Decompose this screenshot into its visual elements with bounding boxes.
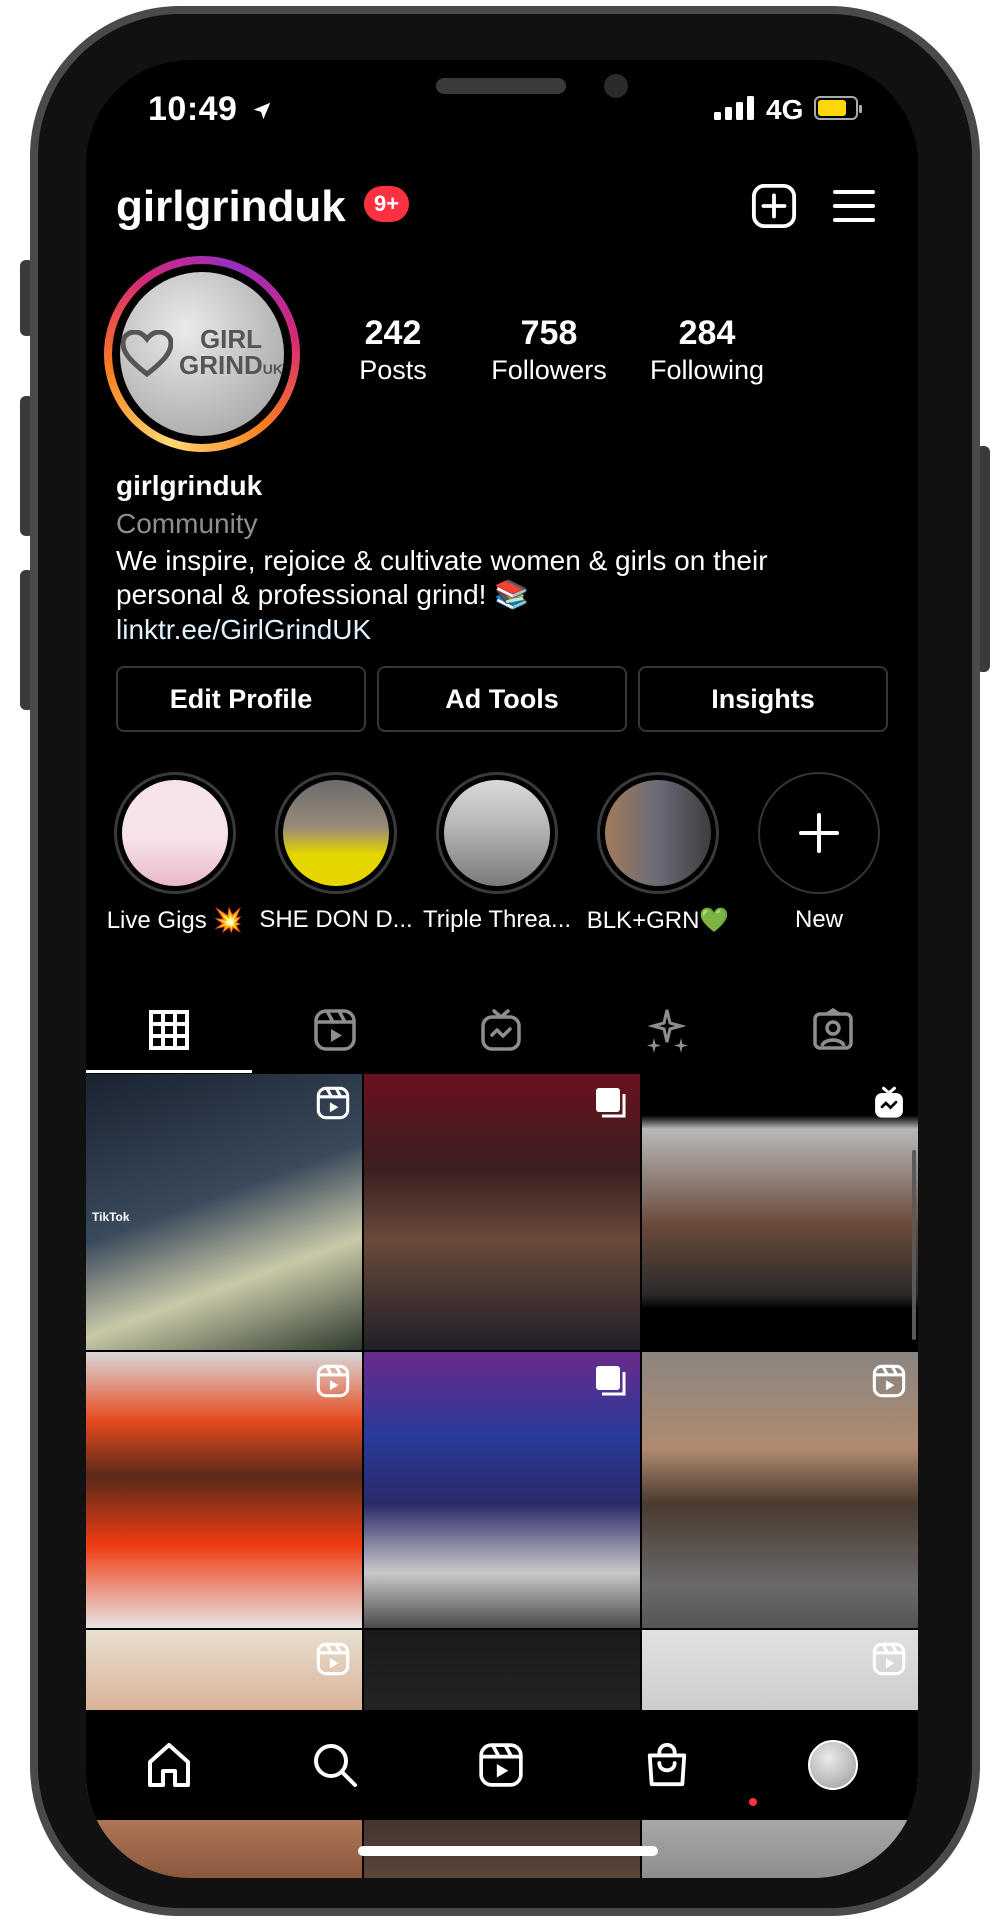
tab-igtv[interactable] <box>418 988 584 1072</box>
stat-following-count: 284 <box>678 314 736 352</box>
plus-icon <box>799 813 839 853</box>
insights-button[interactable]: Insights <box>638 666 888 732</box>
edit-profile-button[interactable]: Edit Profile <box>116 666 366 732</box>
highlight-label: Triple Threa... <box>422 906 572 933</box>
heart-logo-icon <box>120 330 173 378</box>
highlight-label: SHE DON D... <box>259 906 413 933</box>
reel-badge-icon <box>316 1364 350 1398</box>
igtv-badge-icon <box>875 1086 903 1118</box>
highlight-label: Live Gigs 💥 <box>106 907 244 934</box>
bio-name: girlgrinduk <box>116 470 263 501</box>
profile-avatar[interactable]: GIRL GRINDUK <box>104 256 300 452</box>
bio-line-2: personal & professional grind! 📚 <box>116 579 530 610</box>
profile-notification-dot <box>749 1798 757 1806</box>
phone-screen: 10:49 4G girlgrinduk 9+ GIRL GRINDUK 242… <box>86 60 918 1878</box>
stat-following-label: Following <box>649 355 765 385</box>
carousel-badge-icon <box>596 1088 626 1118</box>
front-camera <box>604 74 628 98</box>
effects-sparkle-icon <box>647 1009 688 1053</box>
avatar-image: GIRL GRINDUK <box>120 272 284 436</box>
scrollbar[interactable] <box>912 1150 916 1340</box>
highlight-live-gigs[interactable] <box>114 772 236 894</box>
home-icon <box>148 1743 190 1787</box>
igtv-icon <box>481 1009 521 1051</box>
grid-icon <box>149 1010 189 1050</box>
stat-followers-label: Followers <box>491 355 607 385</box>
highlight-image <box>444 780 550 886</box>
ad-tools-button[interactable]: Ad Tools <box>377 666 627 732</box>
stat-posts-count: 242 <box>364 314 422 352</box>
highlight-image <box>605 780 711 886</box>
bio-line-1: We inspire, rejoice & cultivate women & … <box>116 545 768 576</box>
highlight-image <box>122 780 228 886</box>
highlight-label: BLK+GRN💚 <box>586 907 730 934</box>
reels-icon <box>479 1743 523 1787</box>
bio-text: We inspire, rejoice & cultivate women & … <box>116 544 876 612</box>
stat-followers-count: 758 <box>520 314 578 352</box>
battery-icon <box>814 96 862 120</box>
nav-reels[interactable] <box>418 1710 584 1820</box>
bio-category: Community <box>116 508 258 539</box>
stat-following[interactable]: 284 Following <box>632 314 782 386</box>
highlight-image <box>283 780 389 886</box>
tab-effects[interactable] <box>584 988 750 1072</box>
home-indicator[interactable] <box>358 1846 658 1856</box>
reel-badge-icon <box>316 1642 350 1676</box>
signal-icon <box>714 96 754 120</box>
shop-bag-icon <box>647 1742 687 1787</box>
stat-posts-label: Posts <box>359 355 427 385</box>
tagged-icon <box>813 1008 853 1050</box>
header-username[interactable]: girlgrinduk <box>116 182 346 232</box>
location-arrow-icon <box>254 102 271 120</box>
reel-badge-icon <box>872 1364 906 1398</box>
tiktok-watermark: TikTok <box>92 1210 130 1224</box>
profile-avatar-small <box>808 1740 858 1790</box>
plus-square-icon <box>751 183 797 229</box>
new-highlight-button[interactable] <box>758 772 880 894</box>
nav-home[interactable] <box>86 1710 252 1820</box>
grid-post-3[interactable] <box>642 1074 918 1350</box>
carousel-badge-icon <box>596 1366 626 1396</box>
hamburger-menu-icon <box>833 190 875 222</box>
create-post-button[interactable] <box>746 178 802 234</box>
notification-badge[interactable]: 9+ <box>364 186 410 222</box>
avatar-gap: GIRL GRINDUK <box>112 264 292 444</box>
highlight-label: New <box>794 906 843 933</box>
active-tab-indicator <box>86 1070 252 1073</box>
tab-tagged[interactable] <box>750 988 916 1072</box>
grid-post-2[interactable] <box>364 1074 640 1350</box>
highlight-she-don-d[interactable] <box>275 772 397 894</box>
tab-reels[interactable] <box>252 988 418 1072</box>
nav-shop[interactable] <box>584 1710 750 1820</box>
grid-post-1[interactable]: TikTok <box>86 1074 362 1350</box>
reel-badge-icon <box>316 1086 350 1120</box>
reel-badge-icon <box>872 1642 906 1676</box>
nav-search[interactable] <box>252 1710 418 1820</box>
status-time: 10:49 <box>148 90 273 129</box>
avatar-logo-text: GIRL GRINDUK <box>178 324 283 380</box>
tab-grid[interactable] <box>86 988 252 1072</box>
grid-post-6[interactable] <box>642 1352 918 1628</box>
search-icon <box>314 1744 357 1787</box>
grid-post-4[interactable] <box>86 1352 362 1628</box>
bottom-nav <box>86 1710 918 1820</box>
stat-followers[interactable]: 758 Followers <box>474 314 624 386</box>
reels-icon <box>314 1009 356 1051</box>
menu-button[interactable] <box>826 178 882 234</box>
network-type: 4G <box>766 94 804 125</box>
stat-posts[interactable]: 242 Posts <box>318 314 468 386</box>
grid-post-5[interactable] <box>364 1352 640 1628</box>
speaker-grille <box>436 78 566 94</box>
nav-profile[interactable] <box>750 1710 916 1820</box>
highlight-blk-grn[interactable] <box>597 772 719 894</box>
highlight-triple-threat[interactable] <box>436 772 558 894</box>
bio-link[interactable]: linktr.ee/GirlGrindUK <box>116 614 371 646</box>
